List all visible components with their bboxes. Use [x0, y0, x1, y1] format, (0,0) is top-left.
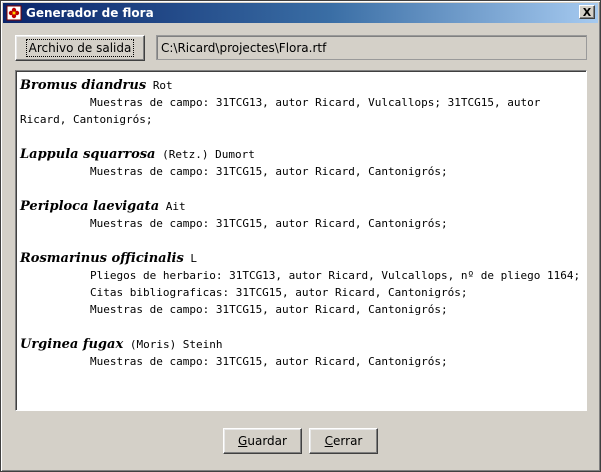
species-name: Urginea fugax: [20, 337, 124, 352]
species-heading: Lappula squarrosa (Retz.) Dumort: [20, 146, 582, 163]
species-name: Periploca laevigata: [20, 199, 160, 214]
species-author: Rot: [152, 79, 173, 92]
record-line: Muestras de campo: 31TCG15, autor Ricard…: [90, 217, 448, 230]
record-line: Pliegos de herbario: 31TCG13, autor Rica…: [90, 269, 581, 282]
output-file-button[interactable]: Archivo de salida: [15, 35, 145, 61]
close-button-mnemonic: C: [324, 434, 334, 448]
record-line: Muestras de campo: 31TCG15, autor Ricard…: [90, 303, 448, 316]
record-line: Muestras de campo: 31TCG13, autor Ricard…: [20, 96, 541, 126]
species-heading: Rosmarinus officinalis L: [20, 250, 582, 267]
flora-output-text-area[interactable]: Bromus diandrus Rot Muestras de campo: 31…: [15, 70, 587, 411]
species-entry: Urginea fugax (Moris) Steinh Muestras de …: [20, 336, 582, 370]
record-line: Muestras de campo: 31TCG15, autor Ricard…: [90, 165, 448, 178]
close-button-label: errar: [333, 434, 363, 448]
save-button[interactable]: Guardar: [223, 428, 302, 454]
species-author: (Moris) Steinh: [129, 338, 223, 351]
species-name: Lappula squarrosa: [20, 147, 156, 162]
species-name: Bromus diandrus: [20, 78, 147, 93]
species-entry: Bromus diandrus Rot Muestras de campo: 31…: [20, 77, 582, 128]
main-window: Generador de flora X Archivo de salida C…: [0, 0, 601, 472]
output-path-field[interactable]: C:\Ricard\projectes\Flora.rtf: [156, 35, 587, 60]
save-button-mnemonic: G: [238, 434, 248, 448]
species-heading: Periploca laevigata Ait: [20, 198, 582, 215]
window-title: Generador de flora: [26, 6, 154, 20]
record-line: Citas bibliograficas: 31TCG15, autor Ric…: [90, 286, 468, 299]
record-line: Muestras de campo: 31TCG15, autor Ricard…: [90, 355, 448, 368]
output-file-button-label: Archivo de salida: [25, 39, 135, 57]
species-heading: Urginea fugax (Moris) Steinh: [20, 336, 582, 353]
window-close-button[interactable]: X: [579, 5, 595, 19]
species-author: L: [190, 252, 198, 265]
species-entry: Rosmarinus officinalis L Pliegos de herba…: [20, 250, 582, 318]
species-name: Rosmarinus officinalis: [20, 251, 184, 266]
app-flower-icon[interactable]: [6, 5, 22, 21]
title-bar[interactable]: Generador de flora X: [3, 3, 598, 23]
close-button[interactable]: Cerrar: [309, 428, 378, 454]
species-heading: Bromus diandrus Rot: [20, 77, 582, 94]
species-author: Ait: [165, 200, 186, 213]
save-button-label: uardar: [247, 434, 287, 448]
species-entry: Lappula squarrosa (Retz.) Dumort Muestras…: [20, 146, 582, 180]
species-entry: Periploca laevigata Ait Muestras de campo…: [20, 198, 582, 232]
close-icon: X: [582, 5, 592, 19]
species-author: (Retz.) Dumort: [162, 148, 255, 161]
